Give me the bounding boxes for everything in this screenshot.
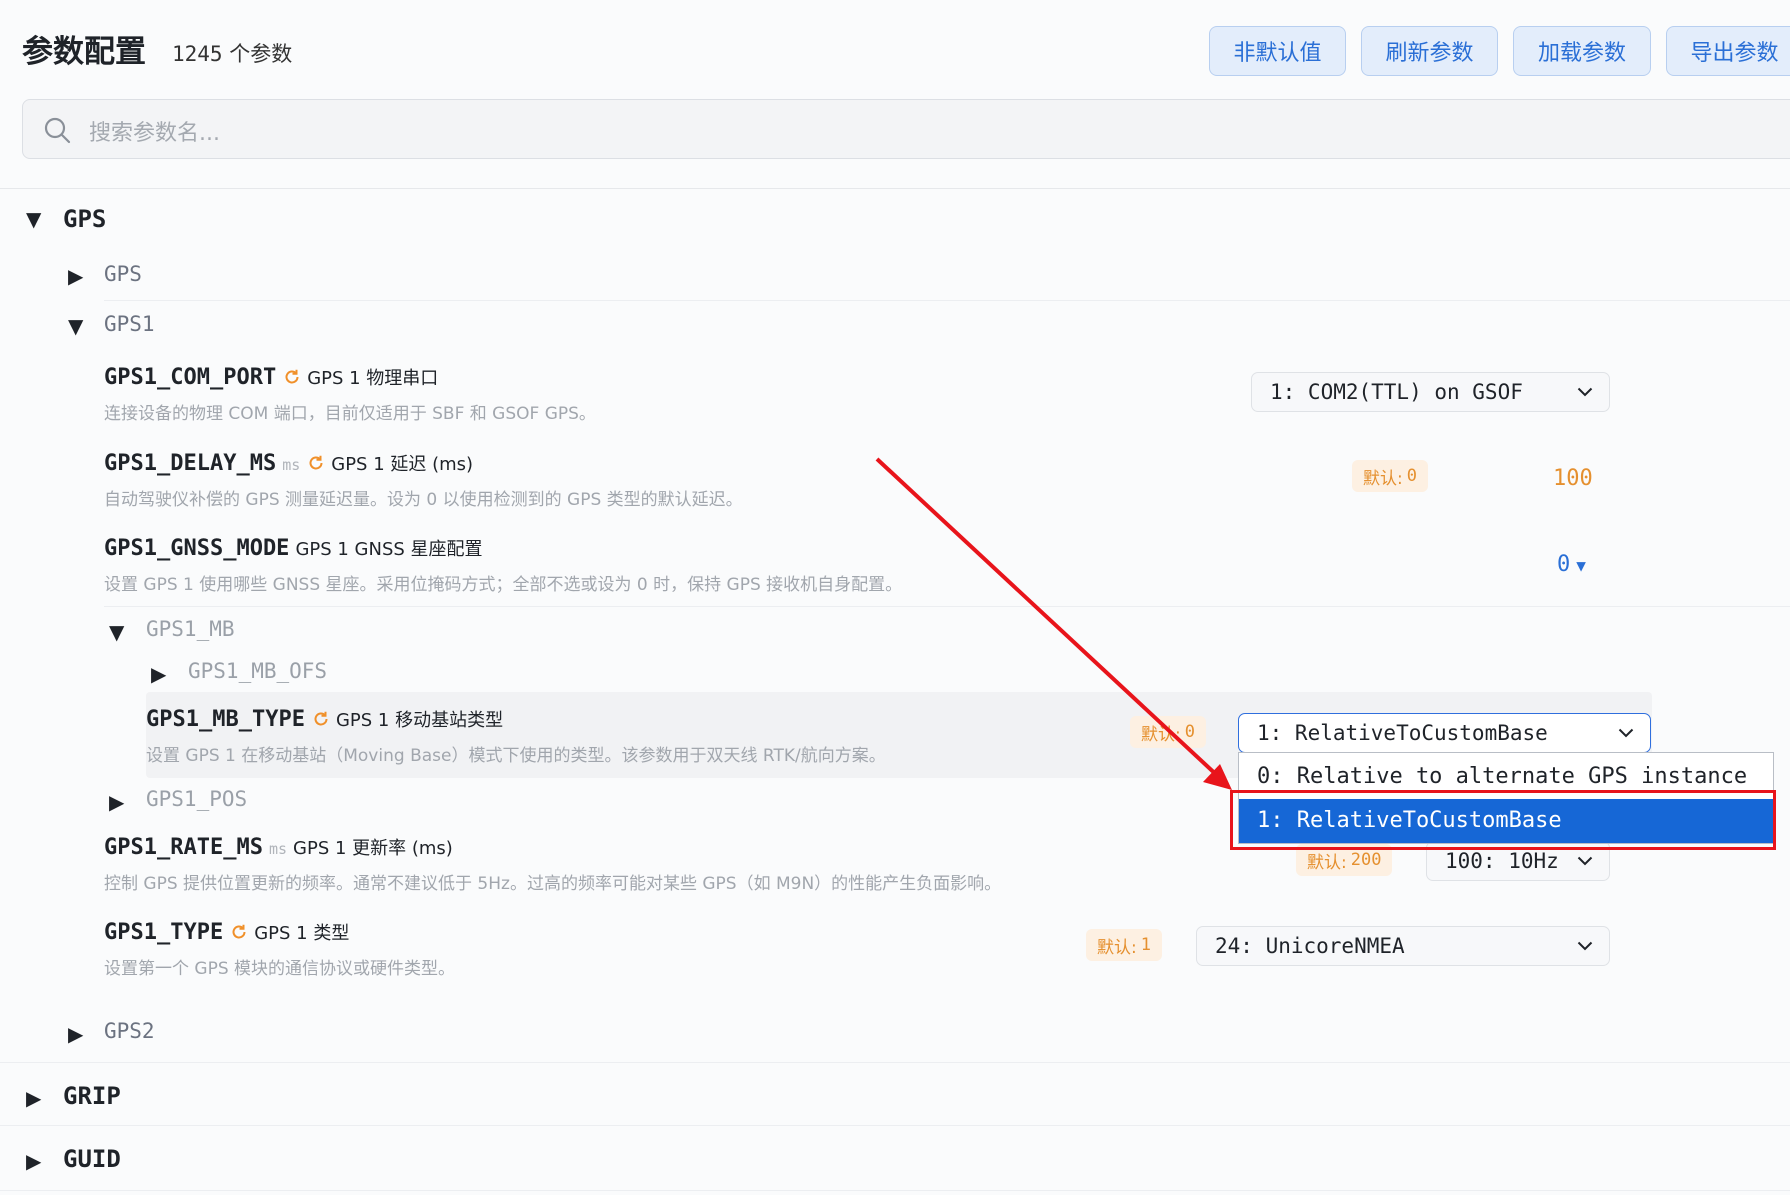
default-value: 200	[1350, 850, 1382, 870]
row-divider	[0, 1062, 1790, 1063]
subgroup-gps1-mb[interactable]: GPS1_MB	[146, 617, 235, 641]
param-count: 1245 个参数	[172, 38, 292, 68]
subgroup-gps2[interactable]: GPS2	[104, 1019, 155, 1043]
select-value: 24: UnicoreNMEA	[1215, 934, 1405, 958]
param-label: GPS 1 GNSS 星座配置	[295, 539, 483, 560]
param-row-mb-type: GPS1_MB_TYPE GPS 1 移动基站类型	[146, 706, 503, 732]
select-value: 100: 10Hz	[1445, 849, 1559, 873]
delay-value-input[interactable]: 100	[1553, 466, 1593, 491]
search-bar[interactable]: 搜索参数名...	[22, 99, 1790, 159]
subgroup-gps1-mb-ofs[interactable]: GPS1_MB_OFS	[188, 659, 327, 683]
param-description: 连接设备的物理 COM 端口，目前仅适用于 SBF 和 GSOF GPS。	[104, 404, 596, 424]
group-grip[interactable]: GRIP	[63, 1082, 121, 1110]
reboot-required-icon	[314, 711, 328, 726]
param-unit: ms	[268, 840, 288, 858]
search-icon	[44, 117, 71, 144]
default-value: 0	[1184, 722, 1195, 742]
annotation-highlight-box	[1230, 790, 1776, 850]
param-row-gnss-mode: GPS1_GNSS_MODE GPS 1 GNSS 星座配置	[104, 535, 483, 561]
param-row-delay: GPS1_DELAY_MS ms GPS 1 延迟 (ms)	[104, 450, 473, 476]
collapse-triangle-icon[interactable]: ▼	[68, 314, 83, 338]
expand-triangle-icon[interactable]: ▶	[109, 790, 124, 814]
select-value: 1: RelativeToCustomBase	[1257, 721, 1548, 745]
param-label: GPS 1 移动基站类型	[335, 710, 504, 731]
row-divider	[0, 1190, 1790, 1191]
param-row-com-port: GPS1_COM_PORT GPS 1 物理串口	[104, 364, 438, 390]
default-label: 默认:	[1363, 468, 1403, 489]
chevron-down-icon	[1577, 387, 1593, 397]
default-label: 默认:	[1307, 852, 1347, 873]
param-name: GPS1_COM_PORT	[104, 365, 277, 390]
param-name: GPS1_DELAY_MS	[104, 451, 277, 476]
default-value: 0	[1406, 466, 1417, 486]
param-name: GPS1_MB_TYPE	[146, 707, 305, 732]
param-description: 控制 GPS 提供位置更新的频率。通常不建议低于 5Hz。过高的频率可能对某些 …	[104, 874, 1002, 894]
row-divider	[104, 606, 1790, 607]
param-label: GPS 1 延迟 (ms)	[331, 454, 474, 475]
param-row-rate: GPS1_RATE_MS ms GPS 1 更新率 (ms)	[104, 834, 453, 860]
load-params-button[interactable]: 加载参数	[1513, 26, 1651, 76]
subgroup-gps[interactable]: GPS	[104, 262, 142, 286]
default-value-badge: 默认: 0	[1352, 460, 1428, 492]
collapse-triangle-icon[interactable]: ▼	[109, 620, 124, 644]
default-label: 默认:	[1141, 724, 1181, 745]
expand-triangle-icon[interactable]: ▶	[26, 1086, 41, 1110]
page-title: 参数配置	[22, 34, 146, 70]
param-label: GPS 1 类型	[254, 923, 350, 944]
chevron-down-icon	[1577, 856, 1593, 866]
row-divider	[104, 300, 1790, 301]
expand-triangle-icon[interactable]: ▶	[68, 264, 83, 288]
param-description: 设置第一个 GPS 模块的通信协议或硬件类型。	[104, 959, 456, 979]
reboot-required-icon	[232, 924, 246, 939]
bitmask-value: 0	[1557, 552, 1571, 577]
param-unit: ms	[282, 456, 301, 474]
header-divider	[0, 188, 1790, 189]
page-header: 参数配置 1245 个参数 非默认值 刷新参数 加载参数 导出参数 搜索参数名.…	[0, 0, 1790, 188]
param-row-type: GPS1_TYPE GPS 1 类型	[104, 919, 349, 945]
non-default-button[interactable]: 非默认值	[1209, 26, 1346, 76]
param-count-suffix: 个参数	[229, 42, 293, 66]
param-description: 自动驾驶仪补偿的 GPS 测量延迟量。设为 0 以使用检测到的 GPS 类型的默…	[104, 490, 743, 510]
default-label: 默认:	[1097, 937, 1137, 958]
group-gps[interactable]: GPS	[63, 205, 106, 233]
type-select[interactable]: 24: UnicoreNMEA	[1196, 926, 1610, 966]
reboot-required-icon	[309, 455, 323, 470]
subgroup-gps1[interactable]: GPS1	[104, 312, 155, 336]
expand-triangle-icon[interactable]: ▶	[26, 1149, 41, 1173]
default-value: 1	[1140, 935, 1151, 955]
default-value-badge: 默认: 0	[1130, 716, 1206, 748]
mb-type-select[interactable]: 1: RelativeToCustomBase	[1238, 713, 1651, 753]
row-divider	[0, 1125, 1790, 1126]
chevron-down-icon	[1618, 728, 1634, 738]
export-params-button[interactable]: 导出参数	[1666, 26, 1790, 76]
param-name: GPS1_GNSS_MODE	[104, 536, 290, 561]
param-description: 设置 GPS 1 使用哪些 GNSS 星座。采用位掩码方式；全部不选或设为 0 …	[104, 575, 903, 595]
select-value: 1: COM2(TTL) on GSOF	[1270, 380, 1523, 404]
param-label: GPS 1 更新率 (ms)	[293, 838, 453, 859]
expand-triangle-icon[interactable]: ▶	[68, 1022, 83, 1046]
com-port-select[interactable]: 1: COM2(TTL) on GSOF	[1251, 372, 1610, 412]
collapse-triangle-icon[interactable]: ▼	[26, 207, 41, 231]
gnss-mode-bitmask[interactable]: 0 ▼	[1557, 552, 1586, 577]
default-value-badge: 默认: 1	[1086, 929, 1162, 961]
subgroup-gps1-pos[interactable]: GPS1_POS	[146, 787, 247, 811]
param-label: GPS 1 物理串口	[307, 368, 439, 389]
reboot-required-icon	[285, 369, 299, 384]
param-name: GPS1_TYPE	[104, 920, 224, 945]
option-label: 0: Relative to alternate GPS instance	[1257, 764, 1748, 789]
param-description: 设置 GPS 1 在移动基站（Moving Base）模式下使用的类型。该参数用…	[146, 746, 886, 766]
search-input[interactable]: 搜索参数名...	[89, 115, 220, 147]
refresh-params-button[interactable]: 刷新参数	[1361, 26, 1498, 76]
expand-triangle-icon[interactable]: ▶	[151, 662, 166, 686]
param-name: GPS1_RATE_MS	[104, 835, 263, 860]
caret-down-icon: ▼	[1576, 556, 1586, 575]
chevron-down-icon	[1577, 941, 1593, 951]
param-count-number: 1245	[172, 42, 223, 66]
group-guid[interactable]: GUID	[63, 1145, 121, 1173]
